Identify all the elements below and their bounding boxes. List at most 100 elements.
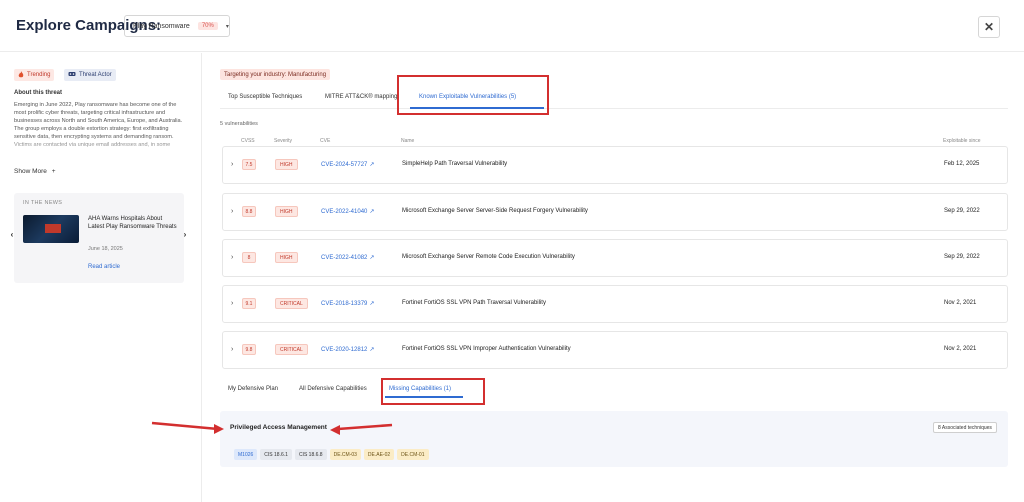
capability-tag: DE.CM-03 [329,449,361,460]
threat-tabs: Top Susceptible Techniques MITRE ATT&CK®… [220,88,1008,109]
expand-chevron-icon[interactable]: › [231,346,233,353]
capability-title: Privileged Access Management [230,424,327,431]
column-header-cve: CVE [320,138,331,144]
external-link-icon: ↗ [369,347,375,353]
cve-link[interactable]: CVE-2020-12812 ↗ [321,346,374,353]
news-headline[interactable]: AHA Warns Hospitals About Latest Play Ra… [88,215,178,231]
close-button[interactable]: ✕ [978,16,1000,38]
defense-tabs: My Defensive Plan All Defensive Capabili… [220,380,1008,400]
about-threat-heading: About this threat [14,90,62,96]
cve-link[interactable]: CVE-2022-41082 ↗ [321,254,374,261]
flame-icon [18,70,24,80]
cvss-score: 8 [242,252,256,263]
news-date: June 18, 2025 [88,246,123,252]
chevron-right-icon: › [183,229,187,239]
news-thumbnail-mark [45,224,61,233]
capability-tag: M1026 [234,449,258,460]
campaign-select[interactable]: Play Ransomware 70% ▾ [124,15,230,37]
severity-badge: HIGH [275,159,298,170]
vulnerability-count: 5 vulnerabilities [220,121,258,127]
vulnerability-row[interactable]: › 9.8 CRITICAL CVE-2020-12812 ↗ Fortinet … [222,331,1008,369]
cve-id: CVE-2024-57727 [321,162,368,168]
chevron-down-icon: ▾ [225,23,229,30]
show-more-label: Show More [14,168,47,175]
vulnerability-row[interactable]: › 9.1 CRITICAL CVE-2018-13379 ↗ Fortinet … [222,285,1008,323]
severity-badge: CRITICAL [275,344,308,355]
show-more-button[interactable]: Show More + [14,168,55,175]
threat-sidebar: Trending Threat Actor About this threat … [0,53,202,502]
header-bar: Explore Campaigns: Play Ransomware 70% ▾… [0,0,1024,52]
news-section-label: IN THE NEWS [23,200,63,206]
vulnerability-name: Microsoft Exchange Server Remote Code Ex… [402,254,575,260]
capability-tag: DE.CM-01 [397,449,429,460]
news-next-button[interactable]: › [179,228,191,240]
industry-badge: Targeting your industry: Manufacturing [220,69,331,80]
column-header-cvss: CVSS [241,138,255,144]
tab-top-susceptible-techniques[interactable]: Top Susceptible Techniques [228,94,302,100]
vulnerability-name: Fortinet FortiOS SSL VPN Path Traversal … [402,300,546,306]
chevron-left-icon: ‹ [10,229,14,239]
capability-tag: CIS 18.6.1 [260,449,292,460]
cvss-score: 9.1 [242,298,256,309]
associated-techniques-button[interactable]: 8 Associated techniques [933,422,997,433]
threat-actor-icon [68,71,76,79]
plus-icon: + [51,168,56,175]
exploitable-since-date: Nov 2, 2021 [944,346,977,352]
severity-badge: HIGH [275,206,298,217]
news-prev-button[interactable]: ‹ [6,228,18,240]
cve-id: CVE-2022-41082 [321,255,368,261]
exploitable-since-date: Sep 29, 2022 [944,254,980,260]
exploitable-since-date: Feb 12, 2025 [944,161,980,167]
cve-link[interactable]: CVE-2022-41040 ↗ [321,208,374,215]
vulnerability-name: Microsoft Exchange Server Server-Side Re… [402,208,588,214]
capability-tag: CIS 18.6.8 [294,449,327,460]
tab-my-defensive-plan[interactable]: My Defensive Plan [228,386,278,392]
trending-label: Trending [27,72,51,78]
external-link-icon: ↗ [369,209,375,215]
external-link-icon: ↗ [369,162,375,168]
cve-id: CVE-2018-13379 [321,301,368,307]
capability-tag: DE.AE-02 [363,449,395,460]
annotation-highlight-box [381,378,485,405]
column-header-name: Name [401,138,415,144]
annotation-highlight-box [397,75,549,115]
close-icon: ✕ [983,20,995,34]
cve-link[interactable]: CVE-2018-13379 ↗ [321,300,374,307]
cvss-score: 9.8 [242,344,256,355]
severity-badge: HIGH [275,252,298,263]
campaign-select-value: Play Ransomware [133,22,190,30]
vulnerability-row[interactable]: › 8 HIGH CVE-2022-41082 ↗ Microsoft Excha… [222,239,1008,277]
capability-tags: M1026 CIS 18.6.1 CIS 18.6.8 DE.CM-03 DE.… [234,449,429,460]
expand-chevron-icon[interactable]: › [231,208,233,215]
cvss-score: 8.8 [242,206,256,217]
cvss-score: 7.5 [242,159,256,170]
threat-actor-badge: Threat Actor [64,69,116,81]
news-card: IN THE NEWS AHA Warns Hospitals About La… [14,193,184,283]
cve-id: CVE-2020-12812 [321,347,368,353]
campaign-percent-badge: 70% [197,22,218,30]
exploitable-since-date: Sep 29, 2022 [944,208,980,214]
cve-id: CVE-2022-41040 [321,209,368,215]
severity-badge: CRITICAL [275,298,308,309]
expand-chevron-icon[interactable]: › [231,161,233,168]
expand-chevron-icon[interactable]: › [231,254,233,261]
tab-mitre-mapping[interactable]: MITRE ATT&CK® mapping [325,94,397,100]
expand-chevron-icon[interactable]: › [231,300,233,307]
tab-all-defensive-capabilities[interactable]: All Defensive Capabilities [299,386,367,392]
vulnerability-name: SimpleHelp Path Traversal Vulnerability [402,161,508,167]
external-link-icon: ↗ [369,255,375,261]
column-header-severity: Severity [274,138,293,144]
read-article-link[interactable]: Read article [88,264,120,270]
column-header-exploitable-since: Exploitable since [943,138,981,144]
exploitable-since-date: Nov 2, 2021 [944,300,977,306]
vulnerability-row[interactable]: › 8.8 HIGH CVE-2022-41040 ↗ Microsoft Exc… [222,193,1008,231]
threat-actor-label: Threat Actor [79,72,112,78]
vulnerability-row[interactable]: › 7.5 HIGH CVE-2024-57727 ↗ SimpleHelp Pa… [222,146,1008,184]
external-link-icon: ↗ [369,301,375,307]
cve-link[interactable]: CVE-2024-57727 ↗ [321,161,374,168]
about-threat-text: Emerging in June 2022, Play ransomware h… [14,102,183,148]
trending-badge: Trending [14,69,55,81]
news-thumbnail [23,215,79,243]
vulnerability-name: Fortinet FortiOS SSL VPN Improper Authen… [402,346,571,352]
missing-capability-card: Privileged Access Management 8 Associate… [220,411,1008,467]
